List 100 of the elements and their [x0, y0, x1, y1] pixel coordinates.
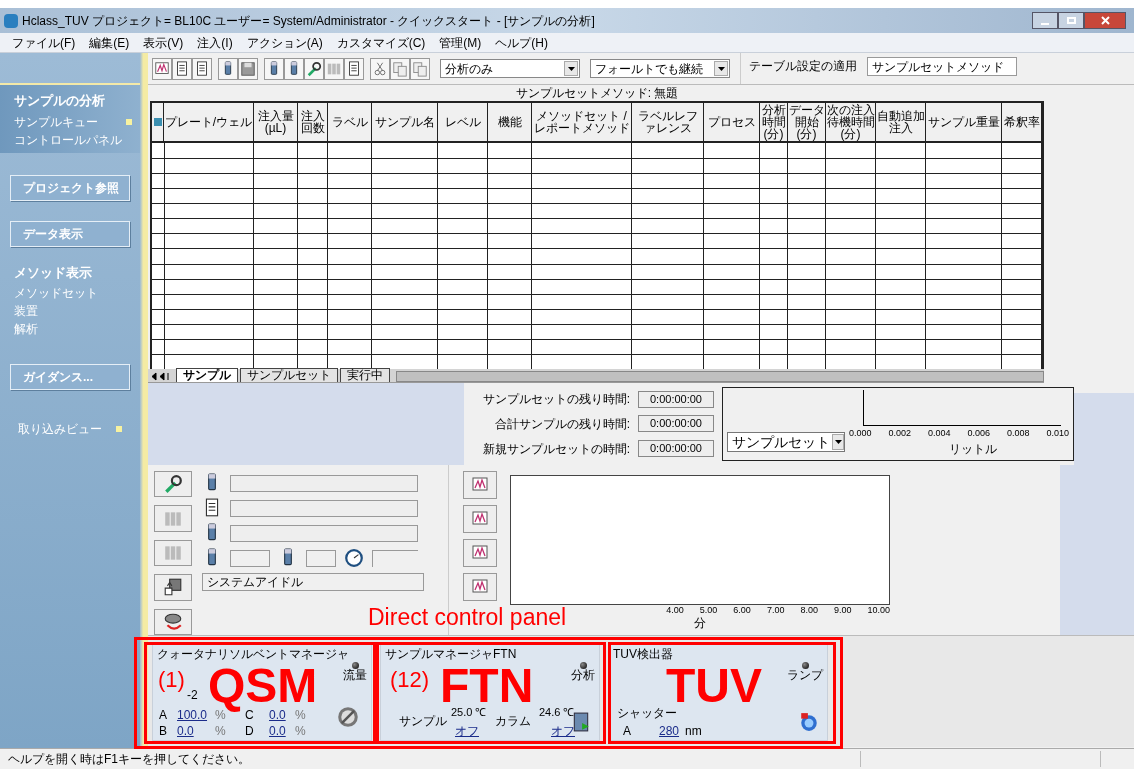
- menu-item[interactable]: ファイル(F): [12, 33, 76, 52]
- percent-value[interactable]: 0.0: [269, 707, 286, 722]
- percent-value[interactable]: 0.0: [177, 723, 194, 738]
- annotation-number: (1): [158, 668, 185, 692]
- document-icon: [346, 60, 362, 77]
- toolbar-button[interactable]: [344, 57, 364, 80]
- channel-label: A: [623, 723, 631, 738]
- tick-label: 6.00: [733, 605, 751, 616]
- column-header[interactable]: ラベル: [328, 103, 372, 141]
- column-header[interactable]: プロセス: [704, 103, 760, 141]
- document-icon: [194, 60, 210, 77]
- status-field: システムアイドル: [202, 573, 424, 591]
- column-header[interactable]: ラベルレファレンス: [632, 103, 704, 141]
- save-icon: [240, 60, 256, 77]
- caret-icon: [717, 66, 725, 71]
- column-header[interactable]: データ開始(分): [788, 103, 826, 141]
- tab[interactable]: サンプルセット: [240, 368, 338, 382]
- menu-item[interactable]: 注入(I): [197, 33, 233, 52]
- column-header[interactable]: 注入量(µL): [254, 103, 298, 141]
- maximize-button[interactable]: [1058, 12, 1084, 29]
- time-value: 0:00:00:00: [638, 440, 714, 458]
- status-text: ヘルプを開く時はF1キーを押してください。: [7, 751, 250, 768]
- menu-item[interactable]: 管理(M): [439, 33, 482, 52]
- toolbar-button[interactable]: [284, 57, 304, 80]
- tab[interactable]: サンプル: [176, 368, 238, 382]
- copy-icon: [392, 60, 408, 77]
- tab[interactable]: 実行中: [340, 368, 390, 382]
- indicator-label: 分析: [571, 668, 595, 682]
- tick-label: 8.00: [800, 605, 818, 616]
- channel-label: B: [159, 723, 167, 738]
- time-value: 0:00:00:00: [638, 390, 714, 408]
- column-header[interactable]: 自動追加注入: [876, 103, 926, 141]
- close-button[interactable]: [1084, 12, 1126, 29]
- column-header[interactable]: 希釈率: [1002, 103, 1042, 141]
- panel-button[interactable]: [154, 574, 192, 601]
- app-icon: [4, 13, 18, 28]
- dropdown[interactable]: フォールトでも継続: [590, 59, 730, 78]
- tick-label: 5.00: [699, 605, 718, 616]
- annotation-title: TUV: [666, 664, 762, 708]
- column-header[interactable]: 分析時間(分): [760, 103, 788, 141]
- module-title: サンプルマネージャFTN: [385, 646, 517, 661]
- annotation-number: (12): [390, 668, 430, 692]
- state-link[interactable]: オフ: [455, 723, 479, 738]
- info-field: [306, 549, 336, 567]
- annotation-title: FTN: [440, 664, 534, 708]
- chart-icon: [470, 544, 489, 562]
- menu-item[interactable]: 編集(E): [89, 33, 130, 52]
- tick-label: 4.00: [666, 605, 684, 616]
- column-header[interactable]: プレート/ウェル: [164, 103, 254, 141]
- module-title: TUV検出器: [613, 646, 673, 661]
- clock-icon: [344, 548, 364, 568]
- table-setting-field[interactable]: サンプルセットメソッド: [867, 57, 1017, 76]
- panel-button[interactable]: [154, 471, 192, 498]
- caret-icon: [834, 440, 842, 444]
- tick-label: 0.010: [1046, 428, 1069, 439]
- column-header[interactable]: 注入回数: [298, 103, 328, 141]
- copy-icon: [412, 60, 428, 77]
- tick-label: 9.00: [833, 605, 852, 616]
- toolbar-button[interactable]: [304, 57, 324, 80]
- menu-item[interactable]: アクション(A): [246, 33, 323, 52]
- cut-icon: [372, 60, 388, 77]
- column-header[interactable]: 機能: [488, 103, 532, 141]
- unit-label: %: [295, 723, 306, 738]
- column-header[interactable]: メソッドセット / レポートメソッド: [532, 103, 632, 141]
- column-header[interactable]: レベル: [438, 103, 488, 141]
- axis-title: 分: [694, 616, 707, 630]
- unit-label: %: [295, 707, 306, 722]
- toolbar-button[interactable]: [172, 57, 192, 80]
- toolbar-button[interactable]: [192, 57, 212, 80]
- chart-icon: [154, 60, 170, 77]
- info-field: [372, 549, 418, 567]
- temperature-value: 24.6 ℃: [539, 705, 575, 718]
- tick-label: 0.004: [927, 428, 951, 439]
- percent-value[interactable]: 100.0: [177, 707, 208, 722]
- column-header[interactable]: 次の注入待機時間(分): [826, 103, 876, 141]
- chart-icon: [470, 476, 489, 494]
- chart-selector[interactable]: サンプルセット: [727, 432, 845, 452]
- tick-label: 0.000: [849, 428, 872, 439]
- toolbar-button[interactable]: [152, 57, 172, 80]
- scrollbar[interactable]: [396, 371, 1044, 382]
- vials-icon: [163, 543, 183, 563]
- close-icon: [1100, 16, 1110, 25]
- toolbar-button[interactable]: [264, 57, 284, 80]
- channel-label: C: [245, 707, 254, 722]
- column-header[interactable]: サンプル名: [372, 103, 438, 141]
- state-link[interactable]: オフ: [551, 723, 575, 738]
- toolbar-button[interactable]: [218, 57, 238, 80]
- shutter-label: シャッター: [617, 705, 677, 720]
- pump-icon: [163, 611, 183, 632]
- menu-item[interactable]: 表示(V): [143, 33, 184, 52]
- minimize-button[interactable]: [1032, 12, 1058, 29]
- percent-value[interactable]: 0.0: [269, 723, 286, 738]
- wavelength-value[interactable]: 280: [659, 723, 680, 738]
- select-all-icon[interactable]: [153, 118, 162, 126]
- menu-item[interactable]: カスタマイズ(C): [336, 33, 426, 52]
- dropdown[interactable]: 分析のみ: [440, 59, 580, 78]
- unit-label: %: [215, 723, 226, 738]
- column-header[interactable]: サンプル重量: [926, 103, 1002, 141]
- menu-item[interactable]: ヘルプ(H): [495, 33, 548, 52]
- panel-button[interactable]: [154, 608, 192, 636]
